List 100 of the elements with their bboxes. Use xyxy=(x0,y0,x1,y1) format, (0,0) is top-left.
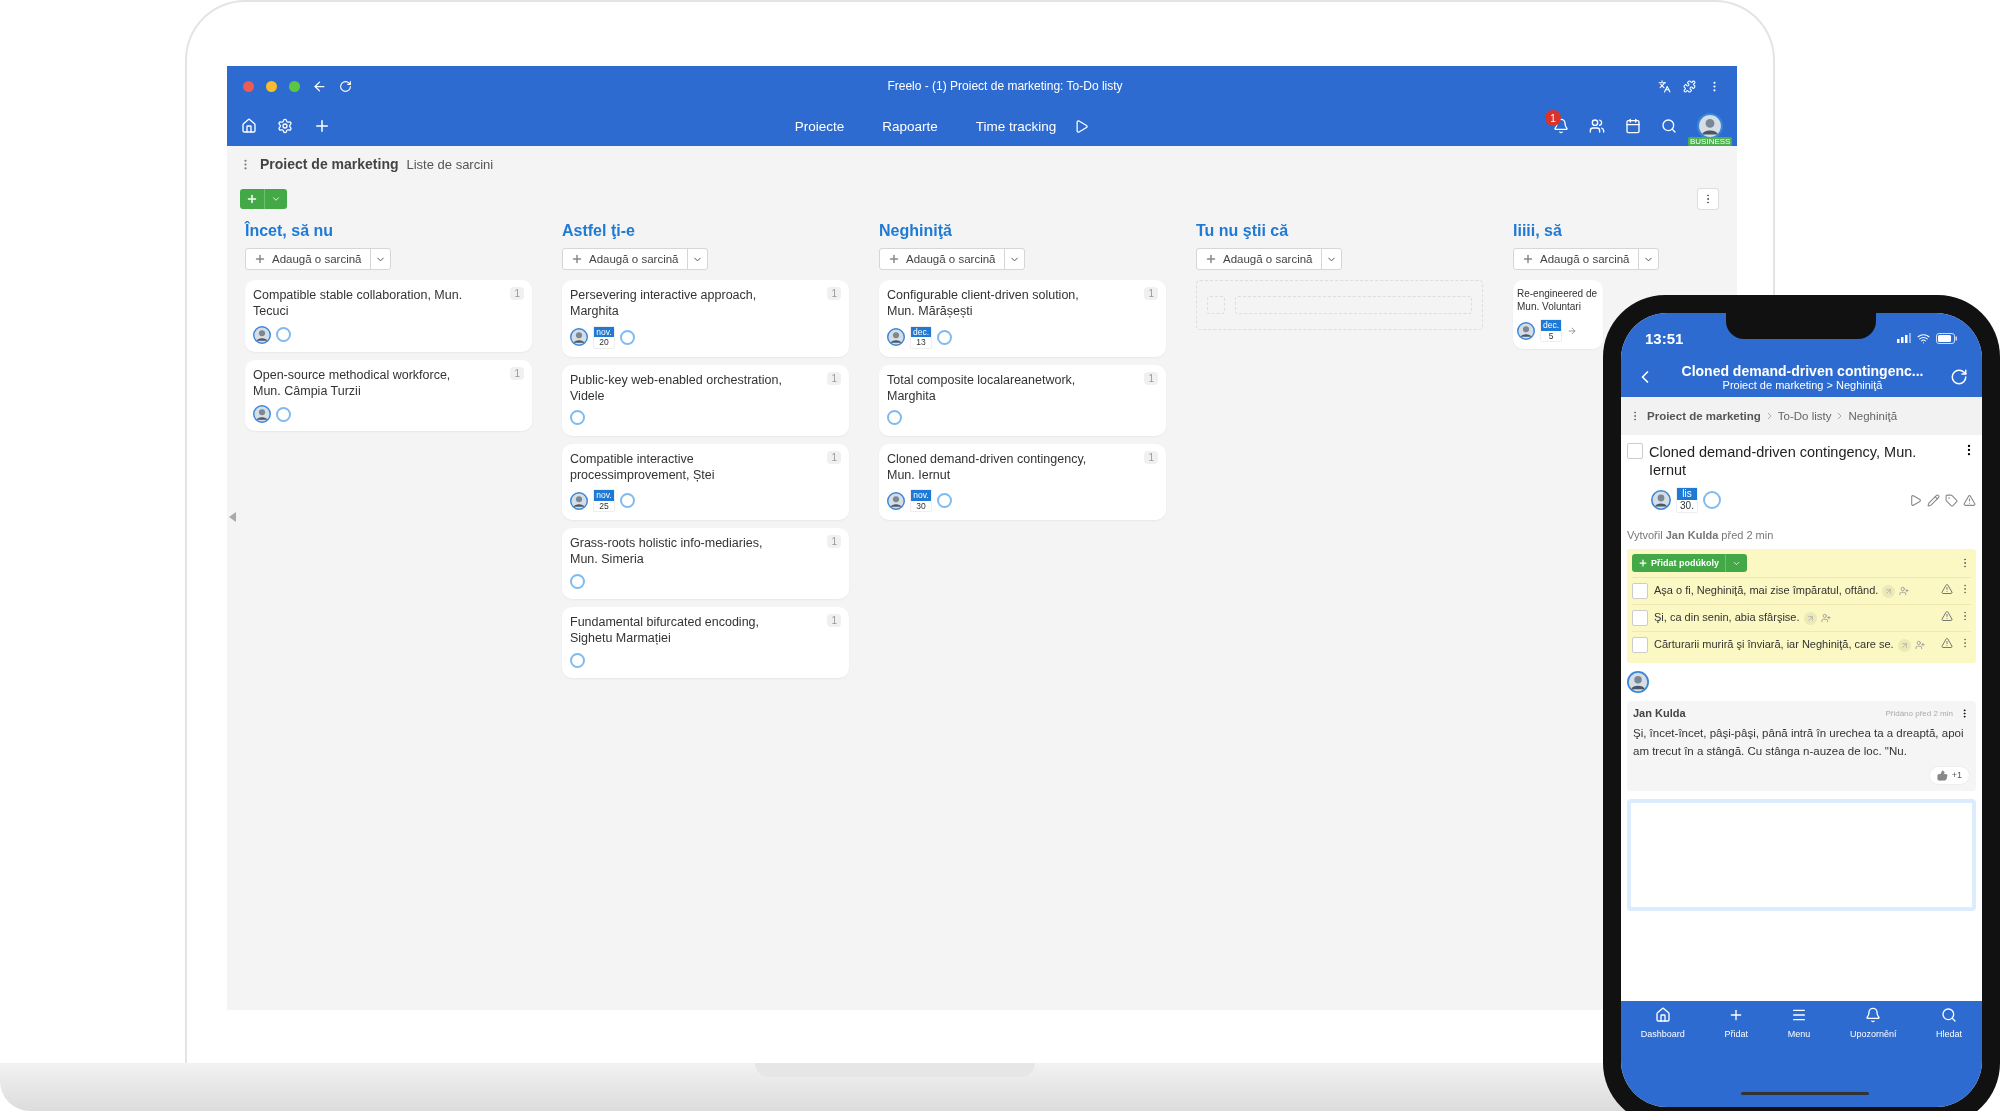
calendar-icon[interactable] xyxy=(1625,118,1641,134)
pencil-icon[interactable] xyxy=(1927,493,1940,507)
task-card[interactable]: Re-engineered de Mun. Voluntari dec. 5 xyxy=(1513,280,1603,349)
task-checkbox[interactable] xyxy=(1627,443,1643,459)
breadcrumb-item[interactable]: To-Do listy xyxy=(1777,410,1832,422)
users-icon[interactable] xyxy=(1589,118,1605,134)
warning-icon[interactable] xyxy=(1963,493,1976,507)
collapse-arrow-icon[interactable] xyxy=(229,512,237,522)
progress-ring-icon xyxy=(276,327,291,342)
plus-icon xyxy=(246,193,258,205)
add-task-button[interactable]: Adaugă o sarcină xyxy=(562,248,708,270)
progress-ring-icon xyxy=(887,410,902,425)
progress-ring-icon xyxy=(570,410,585,425)
breadcrumb-item[interactable]: Proiect de marketing xyxy=(1647,410,1761,422)
translate-icon[interactable] xyxy=(1658,79,1671,93)
back-icon[interactable] xyxy=(312,78,327,94)
plus-icon xyxy=(1205,253,1217,265)
task-count: 1 xyxy=(827,535,841,548)
chevron-icon xyxy=(1766,412,1772,420)
progress-ring-icon xyxy=(570,652,585,668)
add-task-button[interactable]: Adaugă o sarcină xyxy=(1196,248,1342,270)
comment-time: Přidáno před 2 min xyxy=(1885,708,1953,718)
battery-icon xyxy=(1936,332,1958,344)
like-button[interactable]: +1 xyxy=(1928,765,1970,785)
progress-ring-icon xyxy=(937,329,953,345)
plus-icon xyxy=(888,253,900,265)
task-card[interactable]: Configurable client-driven solution, Mun. Mărășești 1 dec. 13 xyxy=(879,280,1166,357)
add-user-icon xyxy=(1914,640,1925,651)
warning-icon[interactable] xyxy=(1941,583,1953,596)
comment-text: Şi, încet-încet, pâşi-pâşi, până intră în urechea ta a dreaptă, apoi am trecut în a stângă. Cu stânga n-auzea de loc. "Nu. xyxy=(1633,726,1965,759)
nav-tab[interactable]: Přidat xyxy=(1720,1007,1753,1047)
task-title: Public-key web-enabled orchestration, Videle xyxy=(570,371,783,404)
task-card[interactable]: Open-source methodical workforce, Mun. Câmpia Turzii 1 xyxy=(245,359,532,431)
breadcrumb-page[interactable]: Liste de sarcini xyxy=(406,156,494,172)
avatar-icon xyxy=(1627,671,1649,694)
avatar-icon xyxy=(1517,321,1535,340)
settings-icon[interactable] xyxy=(277,118,293,134)
play-icon[interactable] xyxy=(1074,118,1090,134)
task-card[interactable]: Compatible stable collaboration, Mun. Tecuci 1 xyxy=(245,280,532,352)
progress-ring-icon xyxy=(1703,491,1721,510)
task-header-title: Cloned demand-driven contingenc... xyxy=(1681,363,1924,379)
progress-ring-icon xyxy=(570,573,585,589)
task-card[interactable]: Public-key web-enabled orchestration, Videle 1 xyxy=(562,364,849,436)
plan-badge: BUSINESS xyxy=(1688,137,1733,146)
task-card[interactable]: Grass-roots holistic info-mediaries, Mun. Simeria 1 xyxy=(562,528,849,599)
created-info: Vytvořil Jan Kulda před 2 min xyxy=(1627,529,1775,542)
comment-input[interactable] xyxy=(1627,798,1976,911)
task-count: 1 xyxy=(1144,287,1158,300)
avatar-icon xyxy=(1697,113,1723,139)
add-task-button[interactable]: Adaugă o sarcină xyxy=(1513,248,1659,270)
task-header-path: Proiect de marketing > Neghiniţă xyxy=(1722,379,1883,391)
breadcrumb-item[interactable]: Neghiniţă xyxy=(1848,410,1898,422)
search-icon[interactable] xyxy=(1661,118,1677,134)
nav-tab[interactable]: Upozornění xyxy=(1845,1007,1901,1047)
avatar-icon xyxy=(1651,490,1671,511)
avatar-icon xyxy=(570,328,588,346)
plus-icon[interactable] xyxy=(313,117,331,135)
subtask-text: Şi, ca din senin, abia sfârşise. xyxy=(1654,610,1935,627)
task-count: 1 xyxy=(510,366,524,380)
tag-icon[interactable] xyxy=(1945,493,1958,507)
nav-tab[interactable]: Hledat xyxy=(1932,1007,1967,1047)
nav-tab[interactable]: Menu xyxy=(1783,1007,1815,1047)
add-task-button[interactable]: Adaugă o sarcină xyxy=(879,248,1025,270)
play-icon[interactable] xyxy=(1909,493,1922,507)
task-card[interactable]: Compatible interactive processimprovement, Ștei 1 nov. 25 xyxy=(562,443,849,520)
date-badge: dec. 13 xyxy=(910,325,933,349)
task-card[interactable]: Fundamental bifurcated encoding, Sighetu Marmației 1 xyxy=(562,607,849,678)
subtask-checkbox[interactable] xyxy=(1632,637,1648,654)
task-title: Grass-roots holistic info-mediaries, Mun. Simeria xyxy=(570,535,764,568)
task-card[interactable]: Persevering interactive approach, Marghita 1 nov. 20 xyxy=(562,280,849,357)
nav-link[interactable]: Proiecte xyxy=(794,118,845,134)
warning-icon[interactable] xyxy=(1941,637,1953,650)
nav-link[interactable]: Rapoarte xyxy=(882,118,938,134)
subtask-checkbox[interactable] xyxy=(1632,583,1648,600)
column-title: Neghiniţă xyxy=(879,222,953,240)
task-card[interactable]: Total composite localareanetwork, Marghita 1 xyxy=(879,364,1166,436)
nav-link[interactable]: Time tracking xyxy=(975,118,1057,134)
window-control-dot[interactable] xyxy=(289,80,300,92)
task-count: 1 xyxy=(1144,371,1158,385)
task-title: Compatible stable collaboration, Mun. Tecuci xyxy=(253,287,464,320)
window-control-dot[interactable] xyxy=(266,80,277,92)
home-icon[interactable] xyxy=(241,118,257,134)
add-button[interactable] xyxy=(240,189,287,209)
task-count: 1 xyxy=(1144,450,1158,464)
puzzle-icon[interactable] xyxy=(1683,79,1696,93)
window-control-dot[interactable] xyxy=(243,80,254,92)
task-count: 1 xyxy=(827,287,841,300)
add-task-button[interactable]: Adaugă o sarcină xyxy=(245,248,391,270)
refresh-icon[interactable] xyxy=(1950,368,1968,386)
plus-icon xyxy=(1638,558,1648,569)
task-card[interactable]: Cloned demand-driven contingency, Mun. Iernut 1 nov. 30 xyxy=(879,443,1166,520)
subtask-checkbox[interactable] xyxy=(1632,610,1648,627)
task-title: Persevering interactive approach, Marghita xyxy=(570,287,758,320)
nav-tab[interactable]: Dashboard xyxy=(1636,1007,1689,1047)
breadcrumb-project[interactable]: Proiect de marketing xyxy=(260,156,399,172)
progress-ring-icon xyxy=(620,329,635,345)
progress-ring-icon xyxy=(937,493,952,508)
reload-icon[interactable] xyxy=(339,79,352,93)
task-count: 1 xyxy=(827,450,841,464)
warning-icon[interactable] xyxy=(1941,610,1953,623)
